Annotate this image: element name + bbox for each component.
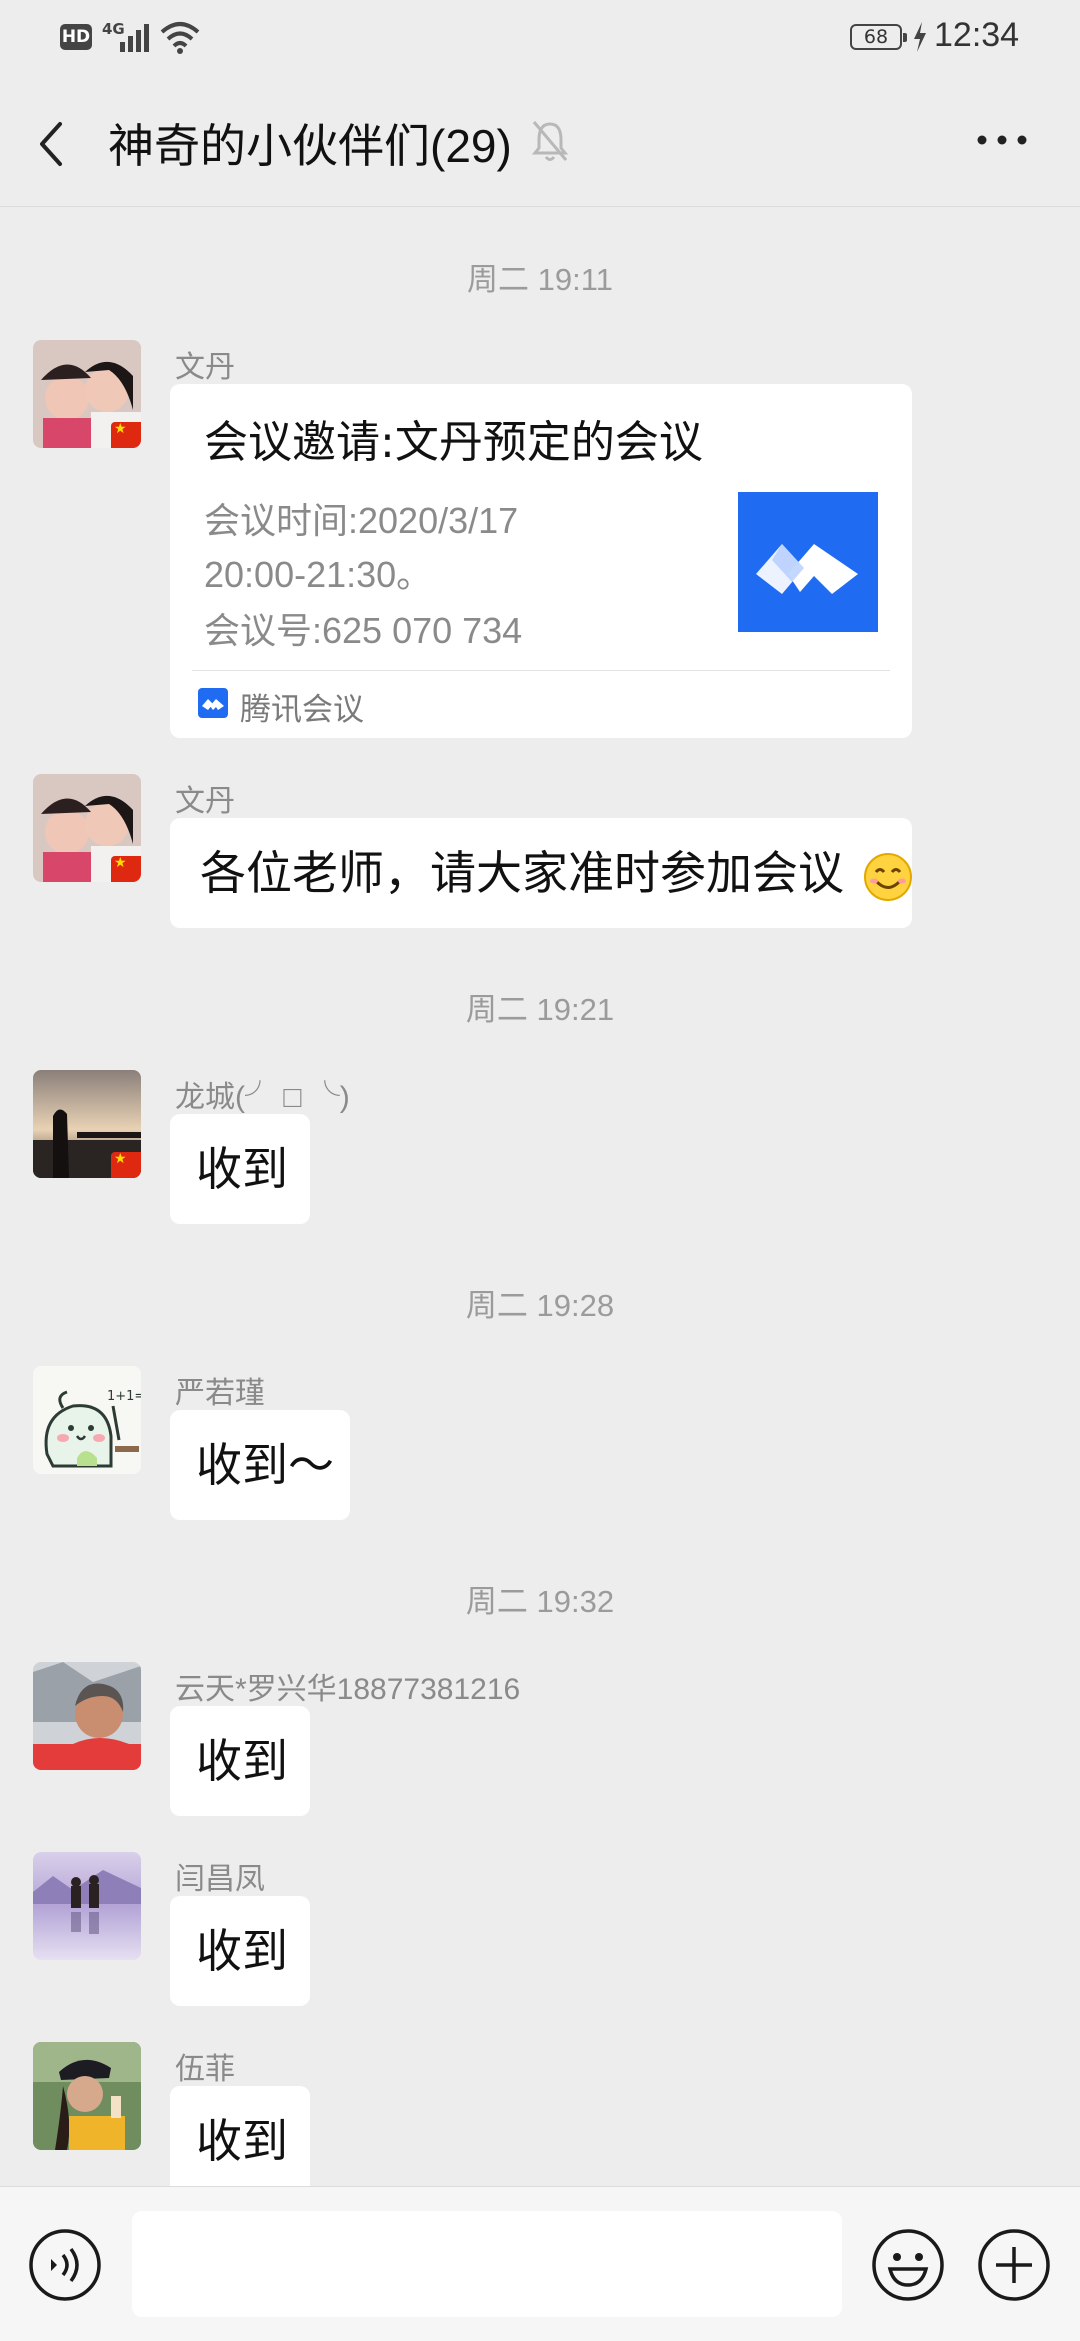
voice-input-icon[interactable] bbox=[27, 2227, 103, 2303]
message-bubble[interactable]: 收到 bbox=[170, 1896, 310, 2006]
svg-text:1+1=: 1+1= bbox=[107, 1389, 141, 1404]
message-bubble[interactable]: 各位老师，请大家准时参加会议 bbox=[170, 818, 912, 928]
message-text: 收到 bbox=[196, 2114, 288, 2168]
flag-icon bbox=[111, 421, 141, 448]
timestamp: 周二 19:21 bbox=[465, 992, 615, 1027]
meeting-time-range: 20:00-21:30。 bbox=[204, 554, 433, 595]
tencent-meeting-app-icon bbox=[198, 688, 228, 718]
message-bubble[interactable]: 收到 bbox=[170, 2086, 310, 2186]
avatar[interactable] bbox=[33, 1070, 141, 1178]
message-text: 收到 bbox=[196, 1734, 288, 1788]
avatar[interactable] bbox=[33, 1662, 141, 1770]
avatar[interactable] bbox=[33, 340, 141, 448]
message-input[interactable] bbox=[132, 2211, 842, 2317]
sender-name: 闫昌凤 bbox=[175, 1863, 265, 1896]
avatar[interactable]: 1+1= bbox=[33, 1366, 141, 1474]
battery-indicator: 68 bbox=[850, 24, 907, 50]
timestamp: 周二 19:28 bbox=[465, 1288, 615, 1323]
signal-icon bbox=[120, 24, 149, 52]
hd-indicator: HD bbox=[60, 24, 92, 50]
mute-bell-icon bbox=[531, 121, 569, 161]
sender-name: 文丹 bbox=[175, 785, 235, 818]
flag-icon bbox=[111, 1151, 141, 1178]
input-toolbar bbox=[0, 2186, 1080, 2341]
add-more-icon[interactable] bbox=[976, 2227, 1052, 2303]
message-text: 收到 bbox=[196, 1924, 288, 1978]
status-bar: HD 4G 68 12:34 bbox=[0, 0, 1080, 76]
message-bubble[interactable]: 收到 bbox=[170, 1114, 310, 1224]
message-list[interactable]: 周二 19:11 文丹 会议邀请:文丹预定的会议 会议时间:2020/3/17 … bbox=[0, 206, 1080, 2186]
card-source-app: 腾讯会议 bbox=[240, 692, 364, 728]
sender-name: 严若瑾 bbox=[175, 1377, 265, 1410]
card-divider bbox=[192, 670, 890, 671]
wifi-icon bbox=[160, 22, 200, 54]
message-text: 各位老师，请大家准时参加会议 bbox=[200, 846, 844, 900]
timestamp: 周二 19:11 bbox=[467, 262, 613, 297]
emoji-icon[interactable] bbox=[870, 2227, 946, 2303]
message-text: 收到～ bbox=[196, 1438, 334, 1492]
timestamp: 周二 19:32 bbox=[465, 1584, 615, 1619]
chat-header: 神奇的小伙伴们(29) bbox=[0, 76, 1080, 207]
more-options-icon[interactable] bbox=[972, 128, 1032, 152]
sender-name: 文丹 bbox=[175, 351, 235, 384]
meeting-id: 会议号:625 070 734 bbox=[204, 610, 523, 651]
back-arrow-icon[interactable] bbox=[30, 116, 76, 172]
avatar[interactable] bbox=[33, 774, 141, 882]
sender-name: 伍菲 bbox=[175, 2053, 235, 2086]
tencent-meeting-logo-icon bbox=[738, 492, 878, 632]
meeting-time-label: 会议时间:2020/3/17 bbox=[204, 500, 519, 541]
chat-title: 神奇的小伙伴们(29) bbox=[108, 120, 512, 172]
avatar[interactable] bbox=[33, 2042, 141, 2150]
clock: 12:34 bbox=[934, 16, 1020, 54]
message-text: 收到 bbox=[196, 1142, 288, 1196]
avatar[interactable] bbox=[33, 1852, 141, 1960]
meeting-invite-card[interactable]: 会议邀请:文丹预定的会议 会议时间:2020/3/17 20:00-21:30。… bbox=[170, 384, 912, 738]
message-bubble[interactable]: 收到～ bbox=[170, 1410, 350, 1520]
card-title: 会议邀请:文丹预定的会议 bbox=[204, 417, 703, 468]
sender-name: 龙城(╯ □ ╰) bbox=[175, 1081, 350, 1114]
smile-emoji-icon bbox=[863, 852, 912, 901]
flag-icon bbox=[111, 855, 141, 882]
sender-name: 云天*罗兴华18877381216 bbox=[175, 1673, 521, 1706]
charging-icon bbox=[914, 22, 926, 52]
message-bubble[interactable]: 收到 bbox=[170, 1706, 310, 1816]
